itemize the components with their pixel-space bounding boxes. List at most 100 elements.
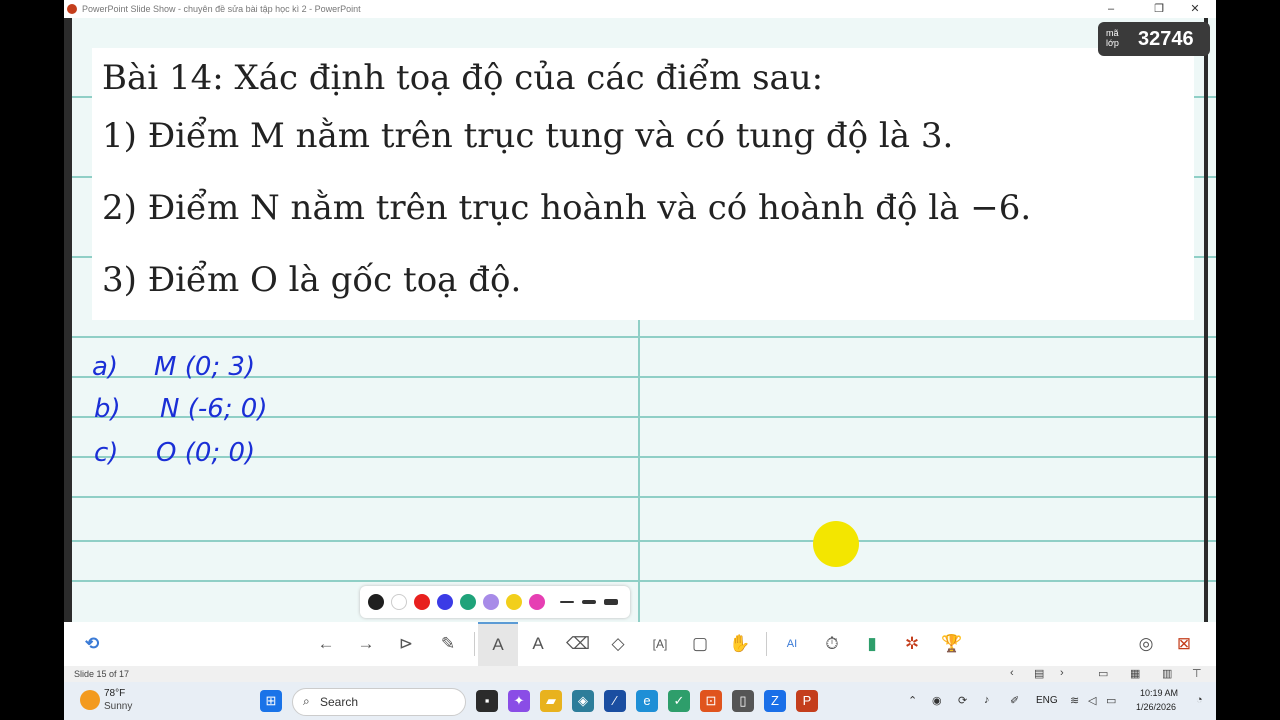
search-icon: ⌕ (303, 694, 310, 708)
slide-canvas: Bài 14: Xác định toạ độ của các điểm sau… (64, 18, 1216, 622)
search-input: Search (320, 695, 359, 709)
problem-item: 3) Điểm O là gốc toạ độ. (102, 260, 522, 300)
window-title: PowerPoint Slide Show - chuyên đề sửa bà… (82, 4, 361, 14)
spinner-wheel-icon[interactable]: ✲ (900, 632, 924, 656)
laser-pointer (813, 521, 859, 567)
close-icon[interactable]: ✕ (1180, 1, 1210, 17)
grid-line (638, 318, 640, 622)
status-bar: Slide 15 of 17 ‹ ▤ › ▭ ▦ ▥ ⊤ (64, 666, 1216, 682)
slideshow-toolbar: ⟲ ← → ⊳ ✎ A A ⌫ ◇ [A] ▢ ✋ AI ⏱ ▮ ✲ 🏆 ◎ ⊠ (64, 622, 1216, 666)
phone-icon[interactable]: ▯ (732, 690, 754, 712)
problem-heading: Bài 14: Xác định toạ độ của các điểm sau… (102, 58, 824, 98)
grid-line (64, 540, 1216, 542)
task-view-icon[interactable]: ▪ (476, 690, 498, 712)
hand-icon[interactable]: ✋ (728, 632, 752, 656)
pen-icon[interactable]: A (478, 622, 518, 666)
powerpoint-taskbar-icon[interactable]: P (796, 690, 818, 712)
problem-item: 1) Điểm M nằm trên trục tung và có tung … (102, 116, 954, 156)
microphone-icon[interactable]: ♪ (984, 694, 990, 706)
reading-view-icon[interactable]: ▥ (1162, 667, 1172, 680)
pen-thin-icon[interactable] (560, 601, 574, 603)
prev-slide-icon[interactable]: ‹ (1010, 667, 1014, 679)
grid-line (64, 496, 1216, 498)
answer-value: N (-6; 0) (160, 394, 268, 424)
eraser-icon[interactable]: ⌫ (566, 632, 590, 656)
pen-medium-icon[interactable] (582, 600, 596, 604)
clock-date[interactable]: 1/26/2026 (1136, 702, 1176, 712)
timer-icon[interactable]: ⏱ (820, 632, 844, 656)
color-swatch-green[interactable] (460, 594, 476, 610)
pen-thick-icon[interactable] (604, 599, 618, 605)
color-swatch-blue[interactable] (437, 594, 453, 610)
next-slide-icon[interactable]: › (1060, 667, 1064, 679)
color-swatch-black[interactable] (368, 594, 384, 610)
color-swatch-yellow[interactable] (506, 594, 522, 610)
store-icon[interactable]: ◈ (572, 690, 594, 712)
answer-value: M (0; 3) (154, 352, 256, 382)
whiteboard-icon[interactable]: ▢ (688, 632, 712, 656)
title-bar: PowerPoint Slide Show - chuyên đề sửa bà… (64, 0, 1216, 18)
tray-chevron-icon[interactable]: ⌃ (908, 694, 917, 707)
laser-pen-icon[interactable]: ✎ (436, 632, 460, 656)
hide-toolbar-icon[interactable]: ◎ (1134, 632, 1158, 656)
powerpoint-window: PowerPoint Slide Show - chuyên đề sửa bà… (64, 0, 1216, 720)
slide-list-icon[interactable]: ▤ (1034, 667, 1044, 680)
color-swatch-red[interactable] (414, 594, 430, 610)
toolbar-separator (474, 632, 475, 656)
pen-tray-icon[interactable]: ✐ (1010, 694, 1019, 707)
trophy-icon[interactable]: 🏆 (940, 632, 964, 656)
clock-time[interactable]: 10:19 AM (1140, 688, 1178, 698)
problem-card: Bài 14: Xác định toạ độ của các điểm sau… (92, 48, 1194, 320)
minimize-icon[interactable]: – (1096, 1, 1126, 17)
previous-arrow-icon[interactable]: ← (314, 632, 338, 656)
language-indicator[interactable]: ENG (1036, 695, 1058, 706)
slideshow-view-icon[interactable]: ⊤ (1192, 667, 1202, 680)
color-swatch-white[interactable] (391, 594, 407, 610)
sync-icon[interactable]: ⟳ (958, 694, 967, 707)
color-swatch-purple[interactable] (483, 594, 499, 610)
color-swatch-pink[interactable] (529, 594, 545, 610)
battery-icon[interactable]: ▭ (1106, 694, 1116, 707)
zalo-icon[interactable]: Z (764, 690, 786, 712)
taskbar: 78°F Sunny ⊞ ⌕ Search ▪ ✦ ▰ ◈ ⁄ e ✓ ⊡ ▯ … (64, 682, 1216, 720)
answer-label: b) (94, 394, 121, 424)
app-icon[interactable]: ✓ (668, 690, 690, 712)
slide-counter: Slide 15 of 17 (74, 669, 130, 679)
file-explorer-icon[interactable]: ▰ (540, 690, 562, 712)
answer-label: a) (92, 352, 119, 382)
pen-color-palette (360, 586, 630, 618)
weather-icon[interactable] (80, 690, 100, 710)
highlighter-icon[interactable]: A (526, 632, 550, 656)
weather-desc: Sunny (104, 701, 133, 712)
volume-icon[interactable]: ◁ (1088, 694, 1096, 707)
windows-start-icon[interactable]: ⊞ (260, 690, 282, 712)
shapes-icon[interactable]: ◇ (606, 632, 630, 656)
refresh-icon[interactable]: ⟲ (80, 632, 104, 656)
cursor-icon[interactable]: ⊳ (394, 632, 418, 656)
grid-line (64, 336, 1216, 338)
notification-icon[interactable]: ◔ (1196, 694, 1203, 706)
class-code: 32746 (1138, 28, 1194, 50)
app-icon[interactable]: ⁄ (604, 690, 626, 712)
exit-slideshow-icon[interactable]: ⊠ (1172, 632, 1196, 656)
next-arrow-icon[interactable]: → (354, 632, 378, 656)
restore-icon[interactable]: ❐ (1144, 1, 1174, 17)
sorter-view-icon[interactable]: ▦ (1130, 667, 1140, 680)
class-code-badge: mã lớp 32746 (1098, 22, 1210, 56)
answer-value: O (0; 0) (156, 438, 256, 468)
class-code-label: mã lớp (1106, 28, 1119, 48)
tray-app-icon[interactable]: ◉ (932, 694, 942, 707)
wifi-icon[interactable]: ≋ (1070, 694, 1079, 707)
ai-icon[interactable]: AI (780, 632, 804, 656)
weather-temp: 78°F (104, 688, 126, 699)
copilot-icon[interactable]: ✦ (508, 690, 530, 712)
powerpoint-icon (67, 4, 77, 14)
reader-icon[interactable]: ⊡ (700, 690, 722, 712)
toolbar-separator (766, 632, 767, 656)
taskbar-search[interactable]: ⌕ Search (292, 688, 466, 716)
edge-icon[interactable]: e (636, 690, 658, 712)
chart-icon[interactable]: ▮ (860, 632, 884, 656)
answer-label: c) (94, 438, 119, 468)
text-box-icon[interactable]: [A] (648, 632, 672, 656)
normal-view-icon[interactable]: ▭ (1098, 667, 1108, 680)
